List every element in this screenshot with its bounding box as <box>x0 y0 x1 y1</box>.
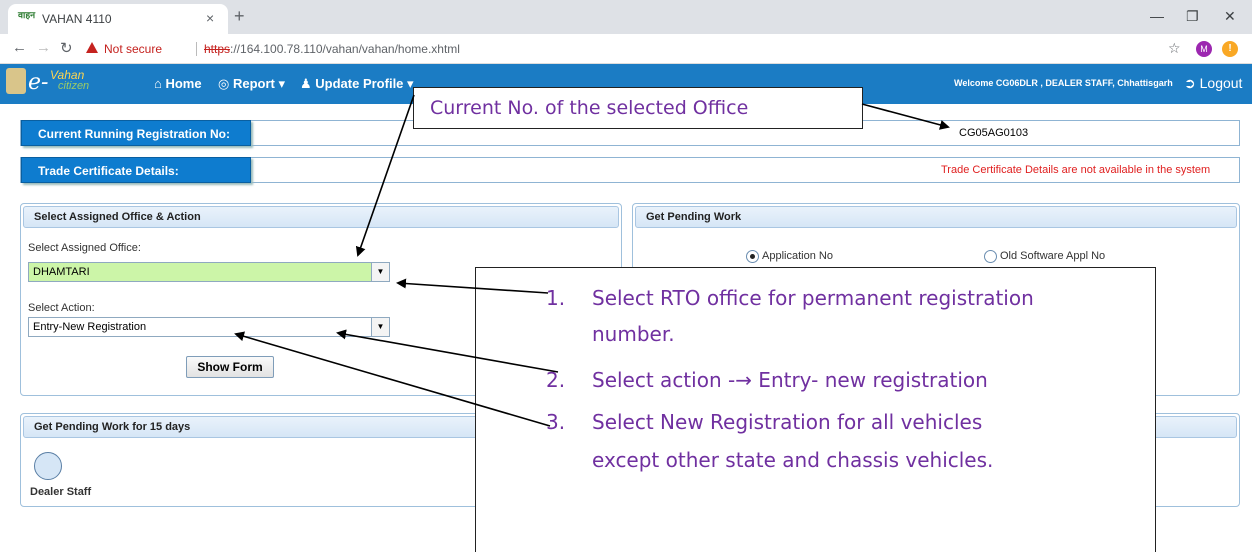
home-icon: ⌂ <box>154 76 166 91</box>
reload-icon[interactable]: ↻ <box>60 39 73 57</box>
tab-close-icon[interactable]: × <box>206 10 214 26</box>
user-icon: ♟ <box>300 76 316 91</box>
dealer-staff-label[interactable]: Dealer Staff <box>30 486 91 498</box>
window-close-icon[interactable]: ✕ <box>1224 8 1236 25</box>
extension-alert-icon[interactable]: ! <box>1222 41 1238 57</box>
action-select[interactable]: Entry-New Registration ▼ <box>28 317 390 337</box>
action-label: Select Action: <box>28 302 95 314</box>
vahan-favicon-icon: वाहन <box>18 10 36 20</box>
dealer-staff-icon[interactable] <box>34 452 62 480</box>
callout-current-no-text: Current No. of the selected Office <box>430 97 749 119</box>
step1-line1: Select RTO office for permanent registra… <box>592 286 1034 310</box>
tab-title: VAHAN 4110 <box>42 12 112 26</box>
nav-update-profile[interactable]: ♟ Update Profile ▾ <box>300 76 414 92</box>
office-select[interactable]: DHAMTARI ▼ <box>28 262 390 282</box>
nav-home[interactable]: ⌂ Home <box>154 76 202 91</box>
step2-text: Select action -→ Entry- new registration <box>592 368 988 392</box>
minimize-icon[interactable]: — <box>1150 8 1164 24</box>
new-tab-button[interactable]: + <box>234 6 245 27</box>
logo-subtitle: citizen <box>58 80 90 92</box>
chevron-down-icon[interactable]: ▼ <box>371 263 389 281</box>
restore-icon[interactable]: ❐ <box>1186 8 1199 25</box>
application-no-label: Application No <box>762 250 833 262</box>
step3-number: 3. <box>546 410 566 434</box>
logo-e: e- <box>28 70 49 95</box>
security-status[interactable]: Not secure <box>104 42 162 56</box>
url-scheme: https <box>204 42 231 56</box>
step1-number: 1. <box>546 286 566 310</box>
browser-tab[interactable]: वाहन VAHAN 4110 × <box>8 4 228 34</box>
current-running-value: CG05AG0103 <box>959 127 1029 139</box>
office-label: Select Assigned Office: <box>28 242 141 254</box>
report-icon: ◎ <box>218 76 233 91</box>
logout-icon: ➲ <box>1184 75 1200 91</box>
old-software-radio[interactable] <box>984 250 997 263</box>
logout-link[interactable]: ➲ Logout <box>1184 75 1242 92</box>
back-arrow-icon[interactable]: ← <box>12 39 27 56</box>
old-software-label: Old Software Appl No <box>1000 250 1106 262</box>
pending-work-panel-title: Get Pending Work <box>635 206 1237 228</box>
forward-arrow-icon[interactable]: → <box>36 39 51 56</box>
office-select-value: DHAMTARI <box>33 266 90 278</box>
url-field[interactable]: https://164.100.78.110/vahan/vahan/home.… <box>204 42 460 56</box>
national-emblem-icon <box>6 68 26 94</box>
step3-line2: except other state and chassis vehicles. <box>592 448 994 472</box>
trade-cert-label: Trade Certificate Details: <box>21 157 251 183</box>
show-form-button[interactable]: Show Form <box>186 356 274 378</box>
welcome-text: Welcome CG06DLR , DEALER STAFF, Chhattis… <box>954 78 1173 88</box>
step2-number: 2. <box>546 368 566 392</box>
url-path: ://164.100.78.110/vahan/vahan/home.xhtml <box>230 42 460 56</box>
trade-cert-value: Trade Certificate Details are not availa… <box>941 164 1211 176</box>
current-running-label: Current Running Registration No: <box>21 120 251 146</box>
callout-steps: 1. Select RTO office for permanent regis… <box>475 267 1156 552</box>
action-select-value: Entry-New Registration <box>33 321 147 333</box>
profile-avatar[interactable]: M <box>1196 41 1212 57</box>
chevron-down-icon[interactable]: ▼ <box>371 318 389 336</box>
browser-tab-bar: वाहन VAHAN 4110 × + — ❐ ✕ <box>0 0 1252 34</box>
nav-report[interactable]: ◎ Report ▾ <box>218 76 285 92</box>
step1-line2: number. <box>592 322 675 346</box>
trade-cert-row: Trade Certificate Details: Trade Certifi… <box>20 157 1240 183</box>
callout-current-no: Current No. of the selected Office <box>413 87 863 129</box>
step3-line1: Select New Registration for all vehicles <box>592 410 983 434</box>
address-bar: ← → ↻ Not secure https://164.100.78.110/… <box>0 34 1252 64</box>
application-no-radio[interactable] <box>746 250 759 263</box>
assigned-office-panel-title: Select Assigned Office & Action <box>23 206 619 228</box>
omnibox-divider <box>196 42 197 56</box>
warning-triangle-icon <box>86 42 98 53</box>
bookmark-star-icon[interactable]: ☆ <box>1168 40 1181 57</box>
